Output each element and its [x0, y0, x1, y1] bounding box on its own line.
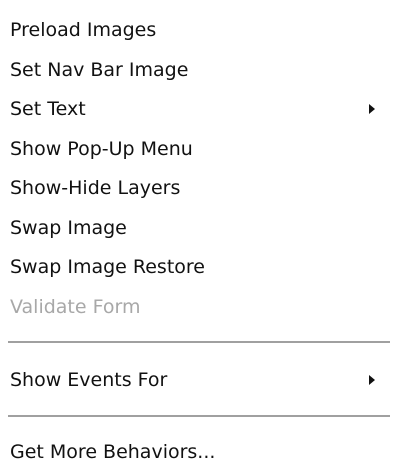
menu-item-set-nav-bar-image[interactable]: Set Nav Bar Image [0, 54, 396, 86]
menu-separator [8, 415, 390, 417]
menu-item-label: Show Events For [10, 369, 168, 391]
menu-item-preload-images[interactable]: Preload Images [0, 14, 396, 46]
menu-item-label: Preload Images [10, 19, 157, 41]
menu-item-label: Swap Image Restore [10, 256, 205, 278]
menu-item-set-text[interactable]: Set Text [0, 93, 396, 125]
chevron-right-icon [369, 104, 375, 114]
menu-item-validate-form: Validate Form [0, 291, 396, 323]
chevron-right-icon [369, 375, 375, 385]
menu-item-get-more-behaviors[interactable]: Get More Behaviors... [0, 436, 396, 468]
behaviors-context-menu: Preload Images Set Nav Bar Image Set Tex… [0, 0, 396, 475]
menu-item-swap-image-restore[interactable]: Swap Image Restore [0, 251, 396, 283]
menu-item-label: Swap Image [10, 217, 127, 239]
menu-item-label: Set Nav Bar Image [10, 59, 189, 81]
menu-item-show-pop-up-menu[interactable]: Show Pop-Up Menu [0, 133, 396, 165]
menu-item-show-hide-layers[interactable]: Show-Hide Layers [0, 172, 396, 204]
menu-item-show-events-for[interactable]: Show Events For [0, 364, 396, 396]
menu-item-label: Get More Behaviors... [10, 441, 216, 463]
menu-item-label: Set Text [10, 98, 86, 120]
menu-item-swap-image[interactable]: Swap Image [0, 212, 396, 244]
menu-separator [8, 341, 390, 343]
menu-item-label: Validate Form [10, 296, 141, 318]
menu-item-label: Show Pop-Up Menu [10, 138, 193, 160]
menu-item-label: Show-Hide Layers [10, 177, 181, 199]
